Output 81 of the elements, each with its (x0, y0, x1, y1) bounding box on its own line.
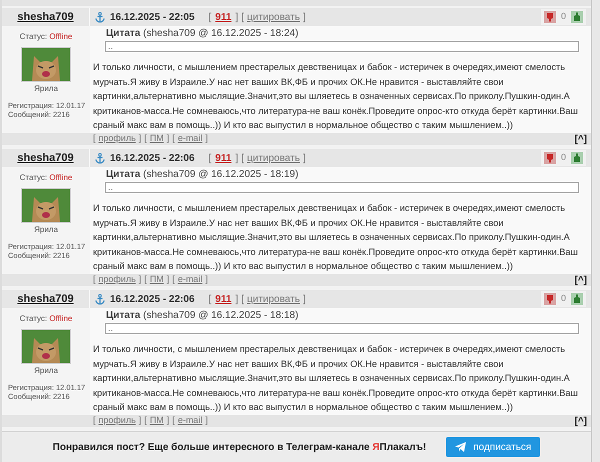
avatar-drawing (21, 188, 71, 223)
bracket-text: [ (241, 152, 244, 166)
bracket-text: [ (208, 10, 212, 24)
bracket-text: ] (205, 273, 208, 286)
profile-link[interactable]: ПМ (150, 132, 164, 146)
quote-box: .. (105, 41, 579, 52)
bracket-text: ] (138, 273, 142, 286)
quote-box: .. (105, 182, 579, 193)
post-number-link[interactable]: 911 (215, 292, 232, 306)
bracket-text: [ (144, 132, 147, 146)
bracket-text: [ (93, 414, 96, 428)
bracket-text: [ (241, 10, 244, 24)
bracket-text: ] (302, 10, 306, 24)
bracket-text: ] (235, 152, 238, 166)
avatar-drawing (21, 47, 71, 82)
banner-text: Понравился пост? Еще больше интересного в Телеграм-канале ЯПлакалъ! (52, 440, 426, 454)
author-link[interactable]: shesha709 (17, 150, 74, 166)
bracket-text: ] (166, 414, 170, 428)
rating-count: 0 (560, 292, 566, 306)
bracket-text: ] (205, 132, 208, 146)
bracket-text: ] (302, 292, 306, 306)
profile-link[interactable]: e-mail (178, 273, 202, 287)
status-text: Статус: Offline (20, 172, 72, 184)
quote-title: Цитата (shesha709 @ 16.12.2025 - 18:19) (106, 169, 300, 181)
paper-plane-icon (455, 442, 466, 452)
bracket-text: [ (93, 132, 96, 146)
profile-link[interactable]: профиль (98, 132, 136, 146)
bracket-text: [ (93, 273, 96, 286)
post-date: 16.12.2025 - 22:05 (110, 10, 195, 24)
quote-title: Цитата (shesha709 @ 16.12.2025 - 18:18) (106, 310, 300, 322)
avatar-caption: Ярила (34, 224, 58, 236)
bracket-text: [ (208, 152, 212, 166)
avatar-drawing (21, 329, 71, 364)
quote-link[interactable]: цитировать (247, 150, 300, 166)
bracket-text: ] (302, 152, 306, 166)
bracket-text: ] (205, 414, 208, 428)
anchor-icon[interactable] (95, 12, 105, 22)
profile-link[interactable]: e-mail (178, 414, 202, 428)
scroll-top-link[interactable]: [^] (574, 132, 587, 146)
quote-link[interactable]: цитировать (247, 10, 300, 24)
avatar-caption: Ярила (34, 365, 58, 377)
post-date: 16.12.2025 - 22:06 (110, 292, 195, 306)
anchor-icon[interactable] (95, 294, 105, 304)
bracket-text: [ (208, 292, 212, 306)
rating-count: 0 (560, 151, 566, 164)
bracket-text: [ (172, 132, 175, 146)
rating-count: 0 (560, 10, 566, 24)
bracket-text: [ (144, 273, 147, 286)
status-text: Статус: Offline (20, 31, 72, 43)
profile-link[interactable]: ПМ (150, 414, 164, 428)
post-text: И только личности, с мышлением престарелых девственицах и бабок - истеричек в очередях,имеют смелость мурчать.Я живу в Израиле.У нас нет ваших ВК,ФБ и прочих ОК.Не нравится - выставляйте свои картинки,альтернативно мыслящие.Значит,это вы шляетесь в означенных сервисах.По приколу.Пушкин-один.А критиканов-масса.Не сомневаюсь,что литература-не ваш конёк.Проведите опрос-кто откуда берёт картинки.Ваш сраный макс вам в помощь..)) И кто вас выпустил в нормальное общество с таким мышлением..)) (93, 343, 579, 414)
bracket-text: ] (138, 132, 142, 146)
anchor-icon[interactable] (95, 152, 105, 164)
bracket-text: ] (235, 10, 238, 24)
author-link[interactable]: shesha709 (17, 290, 74, 308)
avatar-caption: Ярила (34, 83, 58, 95)
quote-box: .. (105, 323, 579, 334)
scroll-top-link[interactable]: [^] (574, 414, 587, 428)
profile-link[interactable]: ПМ (150, 273, 164, 287)
author-link[interactable]: shesha709 (17, 8, 74, 26)
bracket-text: [ (172, 414, 175, 428)
quote-title: Цитата (shesha709 @ 16.12.2025 - 18:24) (106, 28, 300, 40)
profile-link[interactable]: профиль (98, 414, 136, 428)
bracket-text: ] (138, 414, 142, 428)
bracket-text: [ (172, 273, 175, 286)
bracket-text: [ (144, 414, 147, 428)
profile-link[interactable]: профиль (98, 273, 136, 287)
bracket-text: [ (241, 292, 244, 306)
post-number-link[interactable]: 911 (215, 10, 232, 24)
bracket-text: ] (166, 132, 170, 146)
bracket-text: ] (166, 273, 170, 286)
subscribe-button[interactable]: подписаться (446, 437, 540, 457)
status-text: Статус: Offline (20, 313, 72, 325)
post-text: И только личности, с мышлением престарелых девственицах и бабок - истеричек в очередях,имеют смелость мурчать.Я живу в Израиле.У нас нет ваших ВК,ФБ и прочих ОК.Не нравится - выставляйте свои картинки,альтернативно мыслящие.Значит,это вы шляетесь в означенных сервисах.По приколу.Пушкин-один.А критиканов-масса.Не сомневаюсь,что литература-не ваш конёк.Проведите опрос-кто откуда берёт картинки.Ваш сраный макс вам в помощь..)) И кто вас выпустил в нормальное общество с таким мышлением..)) (93, 61, 579, 132)
scroll-top-link[interactable]: [^] (574, 272, 587, 288)
quote-link[interactable]: цитировать (247, 292, 300, 306)
profile-link[interactable]: e-mail (178, 132, 202, 146)
bracket-text: ] (235, 292, 238, 306)
post-date: 16.12.2025 - 22:06 (110, 152, 195, 166)
post-text: И только личности, с мышлением престарелых девственицах и бабок - истеричек в очередях,имеют смелость мурчать.Я живу в Израиле.У нас нет ваших ВК,ФБ и прочих ОК.Не нравится - выставляйте свои картинки,альтернативно мыслящие.Значит,это вы шляетесь в означенных сервисах.По приколу.Пушкин-один.А критиканов-масса.Не сомневаюсь,что литература-не ваш конёк.Проведите опрос-кто откуда берёт картинки.Ваш сраный макс вам в помощь..)) И кто вас выпустил в нормальное общество с таким мышлением..)) (93, 202, 579, 273)
post-number-link[interactable]: 911 (215, 150, 232, 166)
